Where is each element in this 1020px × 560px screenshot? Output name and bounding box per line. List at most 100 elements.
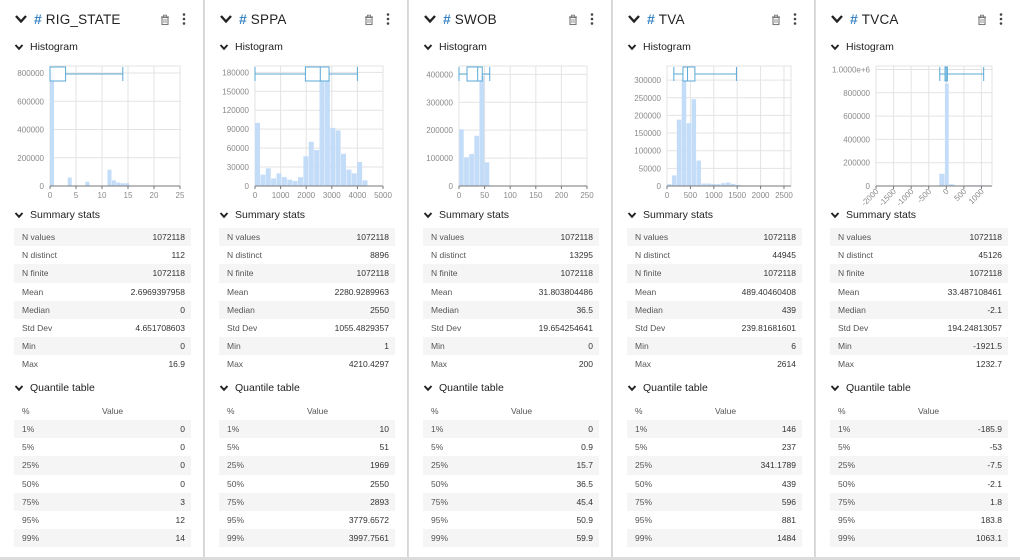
quantile-section-toggle[interactable]: Quantile table bbox=[219, 381, 300, 395]
summary-section-toggle[interactable]: Summary stats bbox=[423, 208, 509, 222]
stat-label: Median bbox=[227, 304, 255, 315]
histogram-section-title: Histogram bbox=[439, 41, 487, 53]
quantile-value: 183.8 bbox=[980, 515, 1002, 526]
quantile-pct: 50% bbox=[227, 478, 245, 489]
summary-row: N values 1072118 bbox=[830, 228, 1008, 247]
more-options-icon[interactable] bbox=[385, 12, 391, 26]
value-column-header: Value bbox=[102, 406, 124, 416]
quantile-pct: 1% bbox=[635, 424, 648, 435]
quantile-section-toggle[interactable]: Quantile table bbox=[14, 381, 95, 395]
x-tick-label: 1000 bbox=[705, 191, 723, 200]
histogram-bar bbox=[116, 182, 121, 186]
quantile-row: 5% 51 bbox=[219, 438, 395, 456]
trash-icon[interactable] bbox=[159, 13, 171, 26]
summary-row: Mean 31.803804486 bbox=[423, 283, 599, 301]
collapse-chevron-icon[interactable] bbox=[830, 12, 844, 26]
stat-label: Std Dev bbox=[227, 323, 258, 334]
x-tick-label: 25 bbox=[176, 191, 185, 200]
y-tick-label: 200000 bbox=[17, 154, 44, 163]
summary-section-toggle[interactable]: Summary stats bbox=[627, 208, 713, 222]
summary-section-toggle[interactable]: Summary stats bbox=[219, 208, 305, 222]
quantile-pct: 95% bbox=[227, 515, 245, 526]
histogram-section-toggle[interactable]: Histogram bbox=[14, 40, 78, 54]
collapse-chevron-icon[interactable] bbox=[14, 12, 28, 26]
quantile-value: 0 bbox=[588, 424, 593, 435]
quantile-pct: 5% bbox=[431, 442, 444, 453]
quantile-section-toggle[interactable]: Quantile table bbox=[830, 381, 911, 395]
histogram-section-toggle[interactable]: Histogram bbox=[219, 40, 283, 54]
stats-board: # RIG_STATE Histogram 0 5 10 15 20 25 0 200000 4000… bbox=[0, 0, 1020, 560]
stat-value: 44945 bbox=[772, 250, 796, 261]
quantile-pct: 1% bbox=[838, 424, 851, 435]
more-options-icon[interactable] bbox=[792, 12, 798, 26]
column-panel-tvca: # TVCA Histogram -2000 -1500 -1000 -500 0 500 100… bbox=[816, 0, 1020, 557]
quantile-value: 1063.1 bbox=[976, 533, 1002, 544]
quantile-row: 25% 0 bbox=[14, 456, 191, 475]
stat-label: Max bbox=[431, 359, 448, 370]
summary-stats-table: N values 1072118 N distinct 45126 N finite 10… bbox=[830, 228, 1008, 374]
boxplot-box bbox=[466, 66, 483, 82]
histogram-svg: 0 5 10 15 20 25 0 200000 400000 600000 800000 bbox=[17, 65, 185, 200]
quantile-table-header: % Value bbox=[627, 402, 802, 420]
quantile-value: 0 bbox=[180, 442, 185, 453]
quantile-section-title: Quantile table bbox=[846, 382, 911, 394]
stat-value: 1232.7 bbox=[976, 359, 1002, 370]
column-panel-sppa: # SPPA Histogram 0 1000 2000 3000 4000 5000 0 3000… bbox=[205, 0, 408, 557]
histogram-section-toggle[interactable]: Histogram bbox=[830, 40, 894, 54]
pct-column-header: % bbox=[838, 406, 846, 416]
stat-label: N values bbox=[431, 232, 465, 243]
y-tick-label: 600000 bbox=[17, 97, 44, 106]
x-tick-label: 500 bbox=[952, 187, 968, 203]
trash-icon[interactable] bbox=[770, 13, 782, 26]
stat-value: 2280.9289963 bbox=[334, 286, 389, 297]
x-tick-label: -1500 bbox=[877, 187, 898, 208]
histogram-section-toggle[interactable]: Histogram bbox=[627, 40, 691, 54]
quantile-row: 1% 10 bbox=[219, 420, 395, 439]
collapse-chevron-icon[interactable] bbox=[423, 12, 437, 26]
more-options-icon[interactable] bbox=[181, 12, 187, 26]
quantile-table-body: 1% 0 5% 0.9 25% 15.7 50% 36.5 75% 45.4 95% 50.9 99% 5… bbox=[423, 420, 599, 548]
summary-row: N distinct 44945 bbox=[627, 246, 802, 264]
numeric-type-icon: # bbox=[850, 11, 858, 27]
stat-label: Min bbox=[431, 341, 445, 352]
summary-section-toggle[interactable]: Summary stats bbox=[14, 208, 100, 222]
histogram-bar bbox=[260, 174, 266, 186]
stat-label: N distinct bbox=[635, 250, 670, 261]
trash-icon[interactable] bbox=[363, 13, 375, 26]
trash-icon[interactable] bbox=[976, 13, 988, 26]
quantile-value: 146 bbox=[781, 424, 796, 435]
y-tick-label: 100000 bbox=[634, 147, 661, 156]
trash-icon[interactable] bbox=[567, 13, 579, 26]
quantile-section-title: Quantile table bbox=[235, 382, 300, 394]
quantile-section-toggle[interactable]: Quantile table bbox=[627, 381, 708, 395]
x-tick-label: -2000 bbox=[860, 187, 881, 208]
histogram-chart: -2000 -1500 -1000 -500 0 500 1000 0 200000 400000… bbox=[816, 58, 1016, 208]
quantile-value: 3997.7561 bbox=[348, 533, 389, 544]
y-tick-label: 200000 bbox=[426, 126, 453, 135]
y-tick-label: 0 bbox=[40, 182, 45, 191]
summary-stats-table: N values 1072118 N distinct 44945 N finite 10… bbox=[627, 228, 802, 374]
quantile-row: 95% 50.9 bbox=[423, 511, 599, 529]
value-column-header: Value bbox=[511, 406, 533, 416]
histogram-section-toggle[interactable]: Histogram bbox=[423, 40, 487, 54]
stat-label: Min bbox=[22, 341, 36, 352]
histogram-bar bbox=[255, 122, 260, 186]
column-name: TVCA bbox=[861, 11, 899, 27]
stat-label: Std Dev bbox=[22, 323, 53, 334]
summary-row: Std Dev 19.654254641 bbox=[423, 319, 599, 337]
summary-row: N finite 1072118 bbox=[423, 264, 599, 283]
summary-row: Std Dev 239.81681601 bbox=[627, 319, 802, 337]
quantile-section-toggle[interactable]: Quantile table bbox=[423, 381, 504, 395]
collapse-chevron-icon[interactable] bbox=[627, 12, 641, 26]
more-options-icon[interactable] bbox=[589, 12, 595, 26]
summary-row: N finite 1072118 bbox=[14, 264, 191, 283]
summary-section-toggle[interactable]: Summary stats bbox=[830, 208, 916, 222]
value-column-header: Value bbox=[307, 406, 329, 416]
histogram-bar bbox=[346, 169, 352, 186]
quantile-pct: 75% bbox=[838, 496, 856, 507]
quantile-row: 5% 0 bbox=[14, 438, 191, 456]
histogram-bar bbox=[85, 181, 90, 186]
more-options-icon[interactable] bbox=[998, 12, 1004, 26]
collapse-chevron-icon[interactable] bbox=[219, 12, 233, 26]
summary-row: Mean 2.6969397958 bbox=[14, 283, 191, 301]
